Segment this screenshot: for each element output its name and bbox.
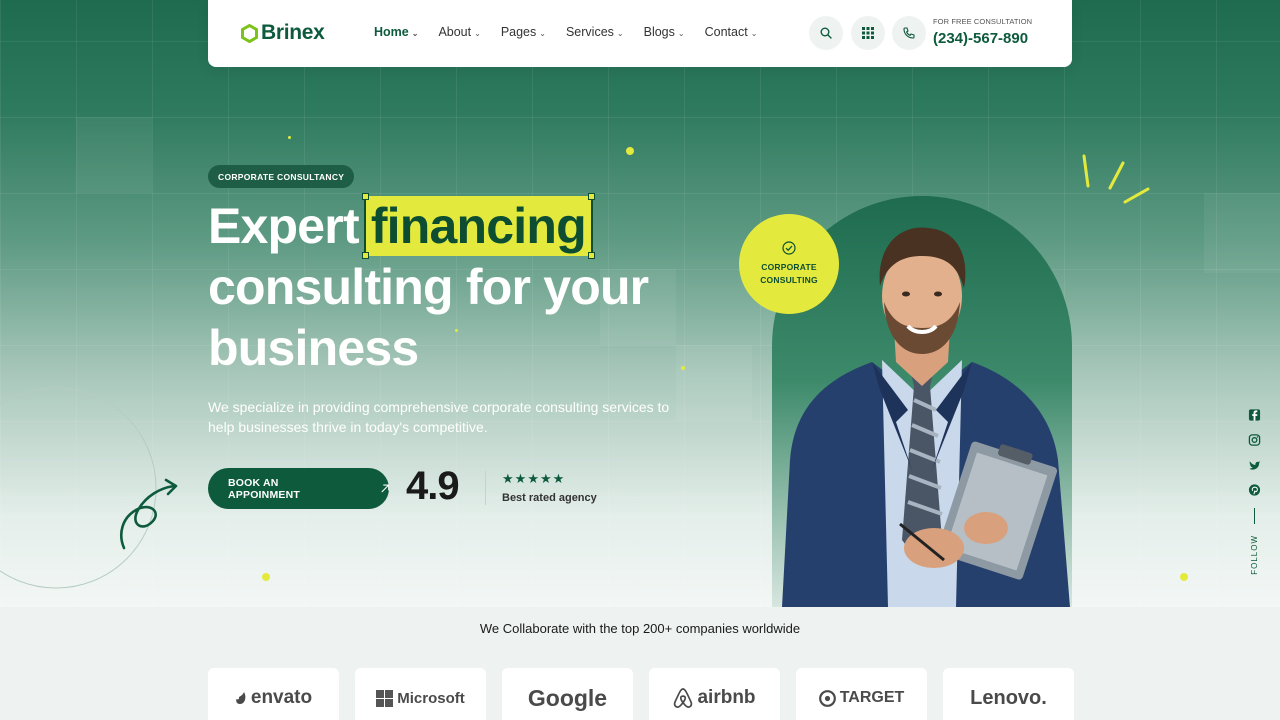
chevron-down-icon: ⌄ [750,28,758,38]
top-navbar: Brinex Home ⌄ About ⌄ Pages ⌄ Services ⌄ Blo… [208,0,1072,67]
chevron-down-icon: ⌄ [677,28,685,38]
arrow-up-right-icon [380,484,389,493]
menu-item-label: Home [374,25,409,39]
rating-stars: ★★★★★ [502,471,565,487]
menu-item-contact[interactable]: Contact ⌄ [705,25,758,39]
chevron-down-icon: ⌄ [616,28,624,38]
partner-logo-google[interactable]: Google [502,668,633,720]
pinterest-icon[interactable] [1248,483,1261,497]
decor-dot [1180,573,1188,581]
badge-line-2: CONSULTING [760,275,818,285]
hero-badge: CORPORATE CONSULTANCY [208,165,355,188]
brand-name: Brinex [261,21,325,44]
search-icon [820,27,832,39]
badge-line-1: CORPORATE [761,262,817,272]
menu-item-about[interactable]: About ⌄ [438,25,480,39]
grid-tile [1204,193,1280,273]
instagram-icon[interactable] [1248,433,1261,447]
phone-button[interactable] [892,16,926,50]
grid-icon [862,27,874,39]
search-button[interactable] [809,16,843,50]
partner-logos: envato Microsoft Google airbnb TARGET Le… [208,668,1074,720]
headline-line-3: business [208,320,419,376]
brand-logo[interactable]: Brinex [241,21,325,45]
consultation-label: FOR FREE CONSULTATION [933,17,1033,26]
chevron-down-icon: ⌄ [539,28,546,38]
partner-logo-envato[interactable]: envato [208,668,339,720]
highlight-bar [590,200,593,252]
headline-highlight: financing [361,193,595,259]
star-icon: ★ [539,471,553,486]
menu-item-services[interactable]: Services ⌄ [566,25,624,39]
menu-item-blogs[interactable]: Blogs ⌄ [644,25,685,39]
headline-text: Expert [208,198,360,254]
curly-arrow-icon [120,478,178,550]
highlight-corner [587,252,595,259]
partner-logo-text: airbnb [697,687,756,708]
star-icon: ★ [514,471,528,486]
partner-logo-microsoft[interactable]: Microsoft [355,668,486,720]
spark-lines-icon [1082,154,1150,204]
twitter-icon[interactable] [1248,458,1261,472]
partner-logo-target[interactable]: TARGET [796,668,927,720]
highlight-corner [361,252,369,259]
hexagon-logo-icon [241,23,258,43]
partners-heading: We Collaborate with the top 200+ compani… [479,621,801,636]
target-logo-icon [818,689,836,707]
star-icon: ★ [502,471,515,486]
hero-section: Brinex Home ⌄ About ⌄ Pages ⌄ Services ⌄ Blo… [0,0,1280,607]
partner-logo-lenovo[interactable]: Lenovo. [943,668,1074,720]
rating-divider [485,471,486,505]
highlight-corner [587,193,595,200]
phone-icon [903,27,915,39]
menu-item-label: Services [565,25,614,39]
cta-label: BOOK AN APPOINMENT [228,476,301,501]
corporate-consulting-badge: CORPORATE CONSULTING [739,214,839,314]
decor-dot [626,147,634,155]
follow-label: FOLLOW [1249,535,1259,575]
envato-leaf-icon [236,692,246,704]
chevron-down-icon: ⌄ [474,28,481,38]
highlight-bar [363,200,366,252]
hero-description: We specialize in providing comprehensive… [208,399,670,435]
hero-headline: Expert financing consulting for your busi… [208,193,649,379]
star-icon: ★ [527,471,540,486]
decor-dot [288,136,291,139]
menu-item-label: Pages [500,25,537,39]
partner-logo-text: Google [527,684,608,711]
microsoft-logo-icon [376,689,394,707]
menu-grid-button[interactable] [851,16,885,50]
decor-dot [262,573,270,581]
menu-item-label: About [438,25,472,39]
book-appointment-button[interactable]: BOOK AN APPOINMENT [208,468,389,509]
facebook-icon[interactable] [1248,408,1261,422]
rating-label: Best rated agency [502,492,597,504]
consultation-phone[interactable]: (234)-567-890 [933,30,1028,47]
partner-logo-airbnb[interactable]: airbnb [649,668,780,720]
rating-value: 4.9 [406,464,460,508]
social-follow-bar: FOLLOW [1244,408,1264,575]
partner-logo-text: envato [250,687,313,708]
menu-item-pages[interactable]: Pages ⌄ [501,25,546,39]
check-circle-icon [782,241,796,255]
chevron-down-icon: ⌄ [411,28,419,38]
follow-divider [1253,508,1255,524]
decor-dot [681,366,685,370]
menu-item-home[interactable]: Home ⌄ [374,25,418,39]
highlight-text: financing [370,198,587,254]
partner-logo-text: Lenovo. [970,686,1047,709]
partner-logo-text: Microsoft [397,689,465,707]
star-icon: ★ [552,471,566,486]
headline-line-2: consulting for your [208,259,649,315]
headline-line-1: Expert financing [208,193,648,259]
partner-logo-text: TARGET [839,689,905,706]
airbnb-logo-icon [674,688,693,708]
grid-tile [76,117,152,193]
main-menu: Home ⌄ About ⌄ Pages ⌄ Services ⌄ Blogs ⌄ Con… [374,25,777,39]
menu-item-label: Blogs [643,25,675,39]
highlight-corner [361,193,369,200]
menu-item-label: Contact [704,25,748,39]
